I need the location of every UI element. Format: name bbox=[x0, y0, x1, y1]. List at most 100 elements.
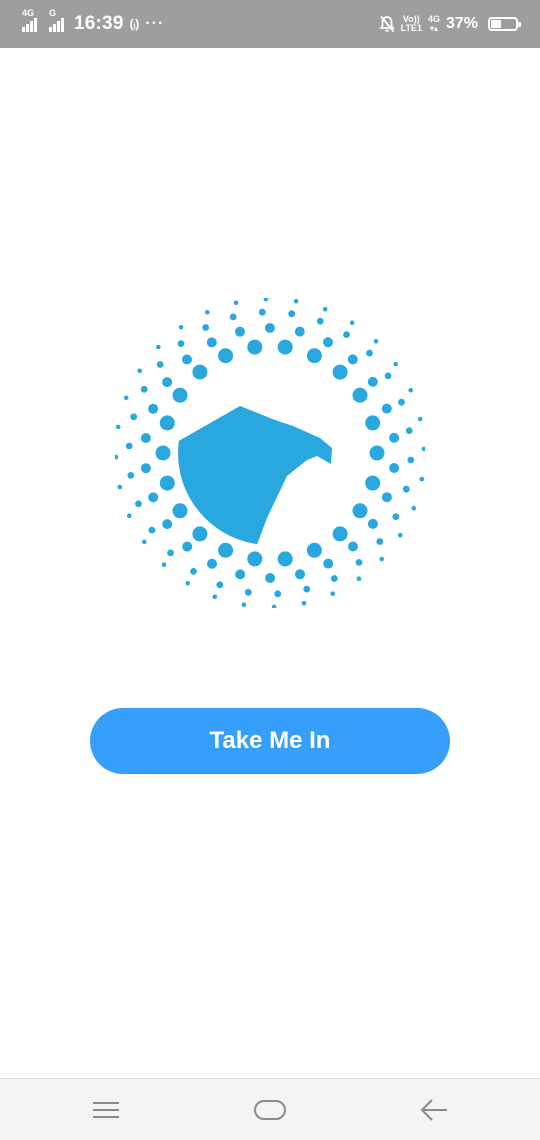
logo-dot bbox=[159, 475, 175, 491]
eagle-logo-icon bbox=[113, 296, 427, 610]
logo-dot bbox=[367, 518, 378, 529]
logo-dot bbox=[182, 354, 192, 365]
logo-dot bbox=[274, 590, 282, 598]
logo-dot bbox=[411, 505, 417, 511]
logo-dot bbox=[207, 558, 217, 569]
logo-dot bbox=[205, 310, 210, 315]
logo-dot bbox=[347, 354, 358, 365]
logo-dot bbox=[148, 526, 156, 534]
signal-4g-label: 4G bbox=[22, 8, 35, 18]
volte-icon: Vo)) LTE1 bbox=[401, 15, 422, 33]
signal-g-icon: G bbox=[49, 9, 64, 32]
logo-dot bbox=[398, 398, 405, 406]
logo-dot bbox=[140, 463, 151, 474]
logo-dot bbox=[323, 337, 333, 348]
logo-dot bbox=[127, 513, 132, 518]
logo-dot bbox=[241, 602, 247, 608]
logo-dot bbox=[419, 476, 425, 482]
logo-dot bbox=[376, 538, 384, 545]
logo-dot bbox=[332, 364, 348, 380]
logo-dot bbox=[365, 475, 381, 491]
navigation-bar bbox=[0, 1078, 540, 1140]
logo-dot bbox=[294, 326, 305, 337]
logo-dot bbox=[155, 445, 171, 461]
status-left: 4G G 16:39 (ᵢ) ··· bbox=[22, 9, 164, 35]
battery-icon bbox=[488, 17, 521, 31]
logo-dot bbox=[178, 325, 184, 330]
logo-dot bbox=[352, 503, 368, 519]
logo-dot bbox=[303, 585, 311, 593]
logo-dot bbox=[322, 306, 328, 312]
logo-dot bbox=[330, 575, 338, 582]
status-right: Vo)) LTE1 4G ▾▴ 37% bbox=[378, 14, 521, 34]
logo-dot bbox=[398, 532, 403, 538]
logo-dot bbox=[140, 385, 148, 393]
logo-dot bbox=[113, 454, 119, 460]
take-me-in-button[interactable]: Take Me In bbox=[90, 708, 450, 774]
logo-dot bbox=[156, 344, 161, 350]
logo-dot bbox=[402, 485, 410, 493]
logo-dot bbox=[235, 569, 246, 580]
logo-dot bbox=[389, 463, 400, 473]
logo-dot bbox=[117, 484, 123, 490]
logo-dot bbox=[381, 492, 392, 503]
logo-dot bbox=[277, 339, 293, 355]
logo-dot bbox=[379, 556, 385, 562]
logo-dot bbox=[408, 388, 414, 393]
logo-dot bbox=[343, 331, 350, 338]
logo-dot bbox=[140, 433, 151, 443]
logo-dot bbox=[417, 416, 423, 422]
battery-percent: 37% bbox=[445, 15, 478, 32]
logo-dot bbox=[373, 339, 379, 344]
logo-dot bbox=[192, 364, 208, 380]
logo-dot bbox=[216, 581, 224, 589]
logo-dot bbox=[137, 368, 142, 374]
status-time: 16:39 bbox=[74, 13, 124, 34]
logo-dot bbox=[247, 339, 263, 355]
logo-dot bbox=[148, 492, 159, 503]
logo-dot bbox=[123, 395, 129, 401]
logo-dot bbox=[130, 413, 138, 421]
logo-dot bbox=[156, 361, 164, 368]
logo-dot bbox=[301, 600, 307, 606]
signal-4g-icon: 4G bbox=[22, 9, 37, 32]
logo-dot bbox=[352, 387, 368, 403]
logo-dot bbox=[233, 300, 239, 306]
logo-dot bbox=[348, 541, 358, 552]
logo-dot bbox=[172, 503, 188, 519]
logo-dot bbox=[407, 456, 415, 464]
logo-dot bbox=[135, 500, 142, 508]
logo-dot bbox=[244, 588, 252, 596]
logo-dot bbox=[142, 539, 147, 545]
battery-fill bbox=[491, 20, 501, 28]
logo-dot bbox=[271, 604, 277, 610]
logo-dot bbox=[355, 559, 363, 566]
logo-dot bbox=[182, 541, 193, 552]
logo-dot bbox=[369, 445, 385, 461]
back-arrow-icon[interactable] bbox=[404, 1089, 464, 1131]
logo-dot bbox=[264, 323, 275, 333]
mute-bell-icon bbox=[378, 15, 395, 33]
logo-dot bbox=[263, 296, 269, 302]
logo-dot bbox=[306, 542, 322, 558]
logo-dot bbox=[381, 403, 392, 414]
logo-dot bbox=[212, 594, 218, 600]
logo-dot bbox=[162, 519, 173, 530]
logo-dot bbox=[235, 326, 245, 337]
logo-dot bbox=[316, 317, 324, 325]
logo-dot bbox=[202, 324, 210, 331]
logo-dot bbox=[323, 558, 334, 569]
logo-dot bbox=[115, 424, 121, 430]
logo-dot bbox=[365, 415, 381, 431]
menu-icon[interactable] bbox=[76, 1089, 136, 1131]
logo-dot bbox=[162, 377, 173, 388]
logo-dot bbox=[159, 415, 175, 431]
logo-dot bbox=[332, 526, 348, 542]
logo-dot bbox=[218, 542, 234, 558]
logo-dot bbox=[293, 298, 299, 304]
home-icon[interactable] bbox=[240, 1089, 300, 1131]
data-4g-icon: 4G ▾▴ bbox=[427, 14, 440, 34]
logo-dot bbox=[384, 372, 392, 380]
logo-dot bbox=[218, 348, 234, 364]
hotspot-icon: (ᵢ) bbox=[129, 17, 140, 31]
